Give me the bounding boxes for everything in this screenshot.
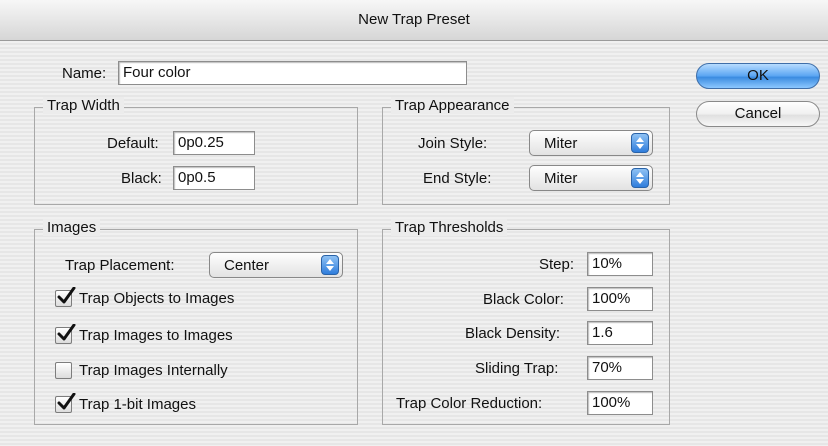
- join-style-label: Join Style:: [418, 135, 488, 152]
- trap-1bit-images-label: Trap 1-bit Images: [79, 396, 196, 413]
- trap-color-reduction-input[interactable]: 100%: [587, 391, 653, 415]
- trap-images-to-images-checkbox[interactable]: [55, 324, 76, 344]
- trap-images-internally-label: Trap Images Internally: [79, 362, 228, 379]
- trap-images-internally-checkbox[interactable]: [55, 362, 72, 379]
- popup-arrows-icon: [631, 168, 649, 188]
- sliding-trap-label: Sliding Trap:: [475, 360, 559, 377]
- trap-thresholds-title: Trap Thresholds: [391, 219, 508, 236]
- end-style-popup[interactable]: Miter: [529, 165, 653, 191]
- trap-width-title: Trap Width: [43, 97, 124, 114]
- trap-placement-value: Center: [224, 257, 270, 274]
- popup-arrows-icon: [631, 133, 649, 153]
- black-width-input[interactable]: 0p0.5: [173, 166, 255, 190]
- default-width-input[interactable]: 0p0.25: [173, 131, 255, 155]
- checkmark-icon: [57, 287, 76, 304]
- images-group: Images Trap Placement: Center Trap Objec…: [34, 219, 358, 425]
- black-color-label: Black Color:: [483, 291, 564, 308]
- trap-objects-to-images-checkbox[interactable]: [55, 287, 76, 307]
- ok-button[interactable]: OK: [696, 63, 820, 89]
- trap-appearance-title: Trap Appearance: [391, 97, 514, 114]
- trap-images-to-images-label: Trap Images to Images: [79, 327, 233, 344]
- sliding-trap-input[interactable]: 70%: [587, 356, 653, 380]
- trap-thresholds-group: Trap Thresholds Step: 10% Black Color: 1…: [382, 219, 670, 425]
- trap-appearance-group: Trap Appearance Join Style: Miter End St…: [382, 97, 670, 205]
- window-title: New Trap Preset: [358, 11, 470, 28]
- checkmark-icon: [57, 393, 76, 410]
- cancel-button[interactable]: Cancel: [696, 101, 820, 127]
- black-density-input[interactable]: 1.6: [587, 321, 653, 345]
- trap-placement-popup[interactable]: Center: [209, 252, 343, 278]
- black-density-label: Black Density:: [465, 325, 561, 342]
- end-style-value: Miter: [544, 170, 578, 187]
- step-input[interactable]: 10%: [587, 252, 653, 276]
- images-title: Images: [43, 219, 101, 236]
- step-label: Step:: [539, 256, 575, 273]
- join-style-value: Miter: [544, 135, 578, 152]
- dialog-content: Name: Four color OK Cancel Trap Width De…: [0, 41, 828, 446]
- black-color-input[interactable]: 100%: [587, 287, 653, 311]
- join-style-popup[interactable]: Miter: [529, 130, 653, 156]
- checkmark-icon: [57, 324, 76, 341]
- black-label: Black:: [121, 170, 162, 187]
- trap-placement-label: Trap Placement:: [65, 257, 175, 274]
- trap-color-reduction-label: Trap Color Reduction:: [396, 395, 543, 412]
- trap-width-group: Trap Width Default: 0p0.25 Black: 0p0.5: [34, 97, 358, 205]
- default-label: Default:: [107, 135, 159, 152]
- name-label: Name:: [62, 65, 107, 82]
- title-bar: New Trap Preset: [0, 0, 828, 41]
- trap-1bit-images-checkbox[interactable]: [55, 393, 76, 413]
- name-input[interactable]: Four color: [118, 61, 467, 85]
- trap-objects-to-images-label: Trap Objects to Images: [79, 290, 235, 307]
- end-style-label: End Style:: [423, 170, 492, 187]
- popup-arrows-icon: [321, 255, 339, 275]
